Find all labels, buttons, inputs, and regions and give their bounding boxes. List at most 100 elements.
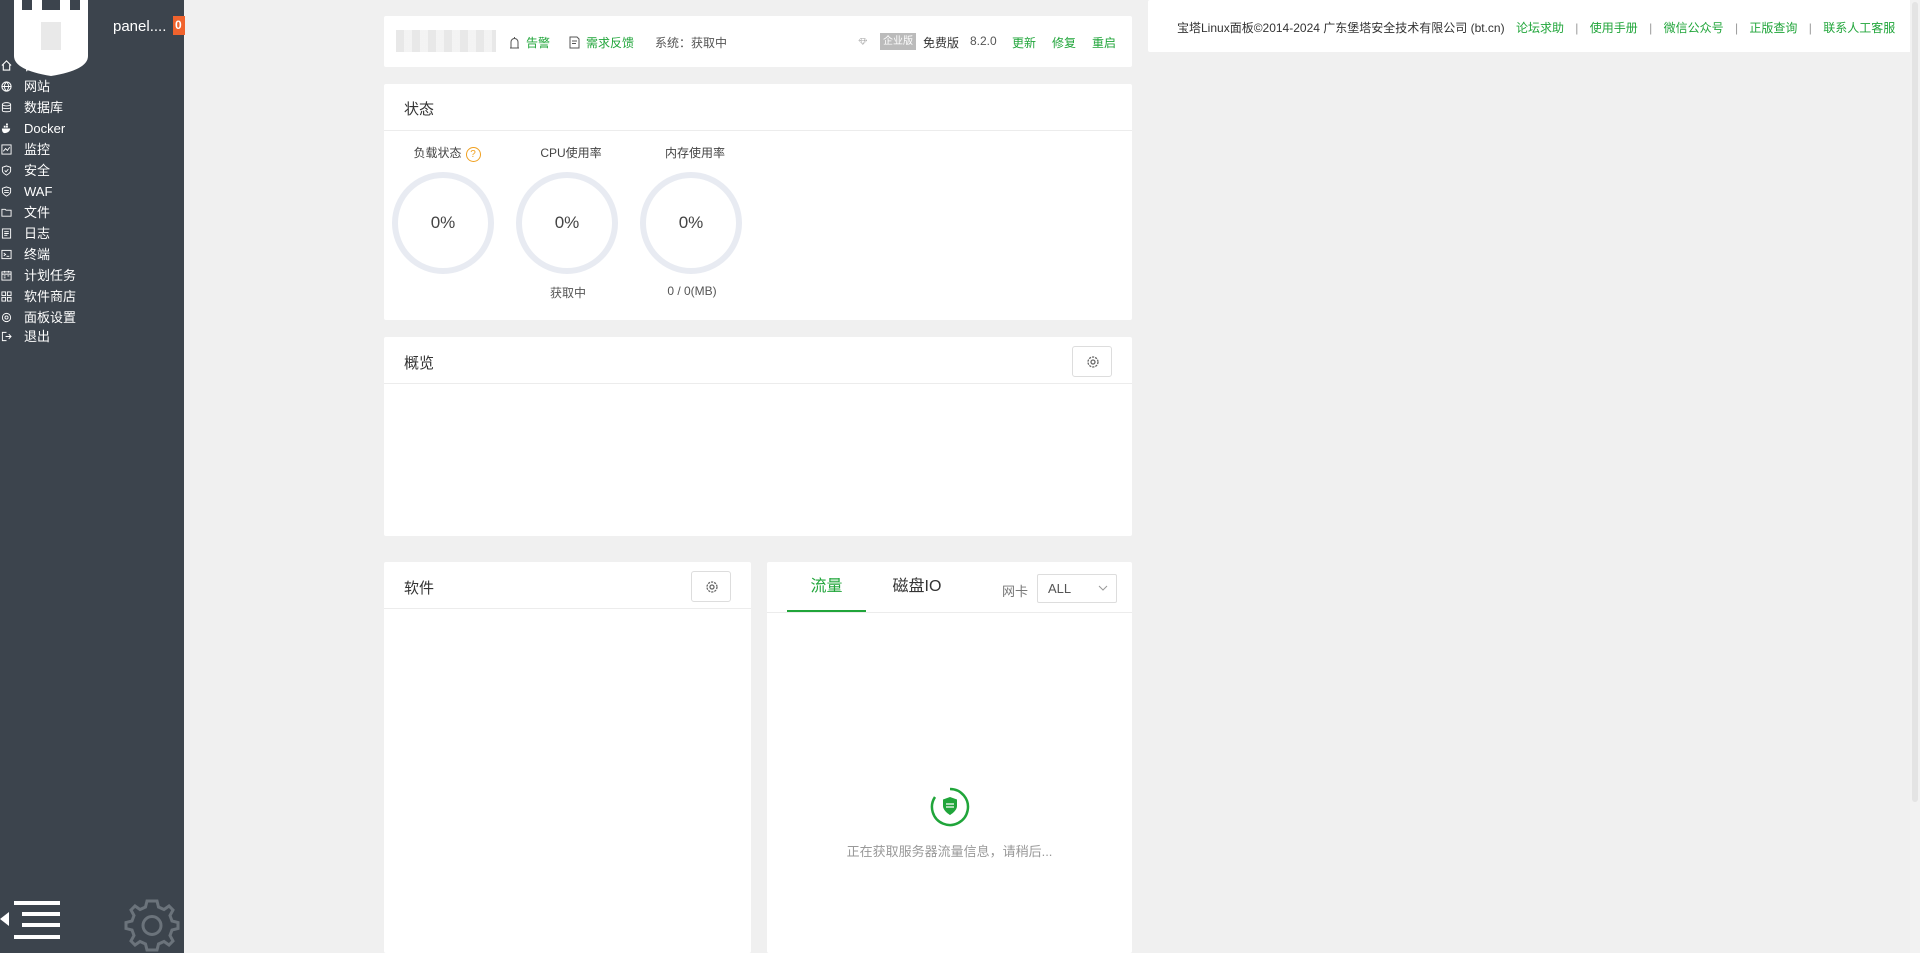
load-gauge[interactable]: 负载状态? 0% [384,132,494,322]
software-card-header: 软件 [384,562,751,609]
gear-icon [706,581,718,593]
sidebar-item-label: 监控 [24,142,51,157]
folder-icon [1,208,12,217]
logout-icon [1,331,12,342]
edition-label: 免费版 [923,36,960,50]
update-link[interactable]: 更新 [1012,34,1036,51]
grid-icon [1,291,12,302]
feedback-link[interactable]: 需求反馈 [568,34,634,51]
globe-icon [1,81,12,92]
gear-icon[interactable] [120,893,184,953]
enterprise-tag[interactable]: 企业版 [880,33,916,50]
waf-shield-icon [1,186,12,197]
sidebar-item-home[interactable]: 首页 [0,55,184,76]
load-gauge-label: 负载状态? [392,144,502,162]
status-card: 状态 负载状态? 0% CPU使用率 0% 获取中 内存使用率 0% 0 / 0… [384,84,1132,320]
sidebar-item-terminal[interactable]: 终端 [0,244,184,265]
sidebar-item-label: 网站 [24,79,51,94]
tab-disk-io[interactable]: 磁盘IO [877,562,957,612]
brand-name: panel.... [113,18,167,35]
sidebar-item-label: 计划任务 [24,268,77,283]
version-label: 8.2.0 [970,34,997,48]
server-host-blurred [396,30,496,52]
notification-badge[interactable]: 0 [173,16,185,35]
tab-traffic[interactable]: 流量 [787,562,866,612]
sidebar-item-label: 退出 [24,329,51,344]
alert-link[interactable]: 告警 [508,34,550,51]
overview-title: 概览 [404,355,435,372]
database-icon [1,102,12,113]
page-scrollbar[interactable] [1910,0,1920,953]
repair-link[interactable]: 修复 [1052,34,1076,51]
collapse-menu-icon[interactable] [0,898,62,944]
nic-select-value: ALL [1048,581,1072,596]
overview-settings-button[interactable] [1072,346,1112,377]
software-settings-button[interactable] [691,571,731,602]
support-link[interactable]: 联系人工客服 [1823,21,1895,35]
loading-spinner-icon [930,787,970,827]
docker-icon [1,123,11,134]
traffic-card: 流量 磁盘IO 网卡 ALL 正在获取服务器流量信息，请稍后... [767,562,1132,953]
monitor-icon [1,144,12,155]
top-info-bar: 告警 需求反馈 系统：获取中 企业版 免费版 8.2.0 更新 修复 重启 [384,16,1132,67]
sidebar-item-cron[interactable]: 计划任务 [0,265,184,286]
sidebar-item-database[interactable]: 数据库 [0,97,184,118]
footer-bar: 宝塔Linux面板©2014-2024 广东堡塔安全技术有限公司 (bt.cn)… [1148,0,1920,52]
sidebar-item-files[interactable]: 文件 [0,202,184,223]
alert-icon [510,37,519,49]
tab-divider [767,612,1132,613]
software-title: 软件 [404,580,435,597]
system-info: 系统：获取中 [655,36,728,50]
sidebar-item-label: 日志 [24,226,51,241]
license-check-link[interactable]: 正版查询 [1749,21,1797,35]
footer-links: 宝塔Linux面板©2014-2024 广东堡塔安全技术有限公司 (bt.cn)… [1177,21,1896,35]
sidebar-item-logs[interactable]: 日志 [0,223,184,244]
sidebar-item-label: 安全 [24,163,51,178]
memory-gauge[interactable]: 内存使用率 0% 0 / 0(MB) [632,132,742,322]
sidebar-item-waf[interactable]: WAF [0,181,184,202]
memory-gauge-sub: 0 / 0(MB) [667,284,717,298]
sidebar-item-label: 首页 [24,58,51,73]
wechat-link[interactable]: 微信公众号 [1664,21,1724,35]
sidebar: panel.... 0 首页 网站 数据库 Docker 监控 安全 WAF 文… [0,0,185,953]
sidebar-item-label: Docker [24,121,66,136]
sidebar-item-docker[interactable]: Docker [0,118,184,139]
alert-label: 告警 [526,36,551,50]
calendar-icon [1,270,12,281]
cpu-gauge-label: CPU使用率 [540,146,602,160]
settings-icon [1,312,12,323]
sidebar-item-label: 面板设置 [24,310,77,325]
sidebar-item-monitor[interactable]: 监控 [0,139,184,160]
scrollbar-thumb[interactable] [1912,2,1918,802]
sidebar-nav: 首页 网站 数据库 Docker 监控 安全 WAF 文件 日志 终端 计划任务… [0,55,184,345]
sidebar-item-security[interactable]: 安全 [0,160,184,181]
cpu-gauge-value: 0% [554,213,580,232]
cpu-gauge-sub: 获取中 [549,286,586,300]
sidebar-item-settings[interactable]: 面板设置 [0,307,184,328]
sidebar-item-website[interactable]: 网站 [0,76,184,97]
terminal-icon [1,249,12,260]
sidebar-item-label: 文件 [24,205,51,220]
nic-select[interactable]: ALL [1037,574,1117,603]
copyright-text: 宝塔Linux面板©2014-2024 广东堡塔安全技术有限公司 (bt.cn) [1177,21,1505,35]
overview-card: 概览 [384,337,1132,536]
sidebar-item-label: 软件商店 [24,289,77,304]
sidebar-item-logout[interactable]: 退出 [0,328,184,345]
overview-card-header: 概览 [384,337,1132,384]
sidebar-item-store[interactable]: 软件商店 [0,286,184,307]
memory-gauge-value: 0% [678,213,704,232]
restart-link[interactable]: 重启 [1092,34,1116,51]
manual-link[interactable]: 使用手册 [1590,21,1638,35]
memory-gauge-label: 内存使用率 [664,146,725,160]
sidebar-item-label: 终端 [24,247,51,262]
cpu-gauge[interactable]: CPU使用率 0% 获取中 [508,132,618,322]
diamond-icon [858,38,868,45]
help-icon[interactable]: ? [465,147,481,162]
sidebar-item-label: 数据库 [24,100,64,115]
software-card: 软件 [384,562,751,953]
status-card-header: 状态 [384,84,1132,131]
forum-link[interactable]: 论坛求助 [1516,21,1564,35]
gear-icon [1087,356,1099,368]
feedback-icon [569,36,580,49]
chevron-down-icon [1098,585,1108,591]
